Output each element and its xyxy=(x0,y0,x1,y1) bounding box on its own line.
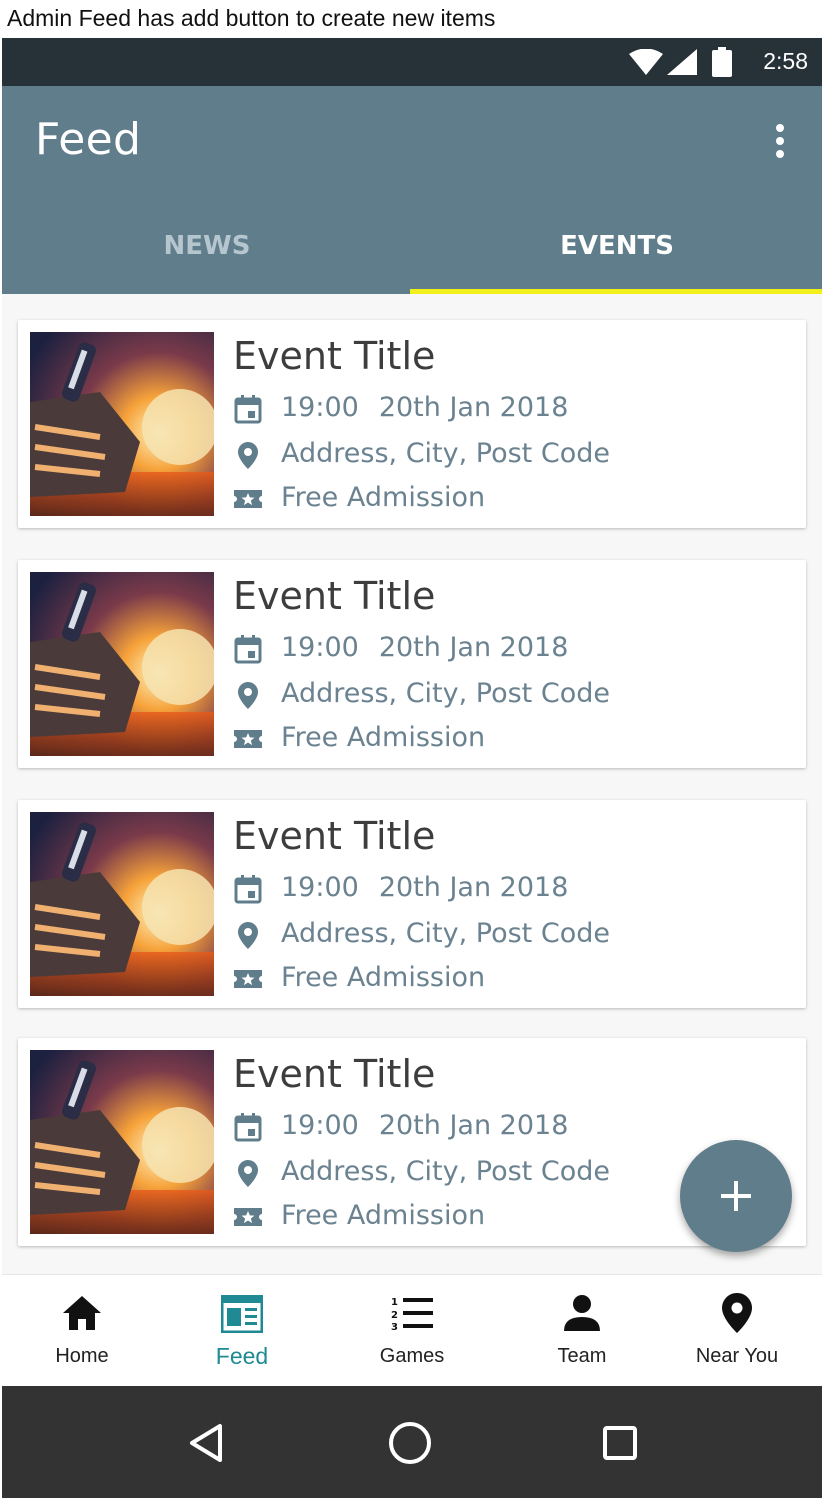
event-card[interactable]: Event Title 19:00 20th Jan 2018 Address, Ci… xyxy=(18,560,806,768)
app-bar: Feed NEWS EVENTS xyxy=(2,86,822,294)
calendar-icon xyxy=(233,634,263,664)
event-admission-text: Free Admission xyxy=(281,722,486,753)
ticket-icon xyxy=(233,964,263,994)
nav-games-label: Games xyxy=(379,1345,445,1367)
event-date: 20th Jan 2018 xyxy=(378,392,569,423)
circle-home-icon xyxy=(389,1422,431,1464)
event-image xyxy=(30,572,214,756)
feed-icon xyxy=(221,1295,263,1333)
event-image xyxy=(30,812,214,996)
tab-events[interactable]: EVENTS xyxy=(412,198,822,294)
svg-text:2: 2 xyxy=(391,1310,398,1321)
event-card[interactable]: Event Title 19:00 20th Jan 2018 Address, Ci… xyxy=(18,800,806,1008)
home-icon xyxy=(63,1296,101,1330)
location-icon xyxy=(233,440,263,470)
phone-screen: 2:58 Feed NEWS EVENTS Event Title 19:00 20… xyxy=(2,38,822,1498)
event-card[interactable]: Event Title 19:00 20th Jan 2018 Address, Ci… xyxy=(18,320,806,528)
event-date: 20th Jan 2018 xyxy=(378,1110,569,1141)
event-time: 19:00 xyxy=(281,872,359,903)
nav-feed-label: Feed xyxy=(215,1343,269,1369)
location-pin-icon xyxy=(722,1293,752,1333)
square-recents-icon xyxy=(603,1426,637,1460)
nav-home-label: Home xyxy=(55,1345,109,1367)
location-icon xyxy=(233,920,263,950)
nav-home[interactable]: Home xyxy=(32,1275,132,1387)
event-image xyxy=(30,332,214,516)
ticket-icon xyxy=(233,724,263,754)
event-title: Event Title xyxy=(233,574,436,618)
recents-button[interactable] xyxy=(595,1418,645,1468)
ticket-icon xyxy=(233,484,263,514)
nav-team[interactable]: Team xyxy=(532,1275,632,1387)
event-time: 19:00 xyxy=(281,1110,359,1141)
system-navigation-bar xyxy=(2,1386,822,1498)
event-title: Event Title xyxy=(233,814,436,858)
ticket-icon xyxy=(233,1202,263,1232)
nav-games[interactable]: 1 2 3 Games xyxy=(362,1275,462,1387)
event-time: 19:00 xyxy=(281,392,359,423)
calendar-icon xyxy=(233,874,263,904)
battery-icon xyxy=(712,47,732,77)
calendar-icon xyxy=(233,394,263,424)
calendar-icon xyxy=(233,1112,263,1142)
list-numbered-icon: 1 2 3 xyxy=(391,1297,433,1331)
event-admission-text: Free Admission xyxy=(281,482,486,513)
event-title: Event Title xyxy=(233,1052,436,1096)
back-icon xyxy=(190,1424,222,1462)
status-bar: 2:58 xyxy=(2,38,822,86)
event-address: Address, City, Post Code xyxy=(281,678,610,709)
tab-news[interactable]: NEWS xyxy=(2,198,412,294)
caption: Admin Feed has add button to create new … xyxy=(7,5,496,31)
nav-team-label: Team xyxy=(557,1345,607,1367)
event-admission-text: Free Admission xyxy=(281,1200,486,1231)
event-admission-text: Free Admission xyxy=(281,962,486,993)
signal-icon xyxy=(667,49,697,75)
event-title: Event Title xyxy=(233,334,436,378)
home-button[interactable] xyxy=(385,1418,435,1468)
nav-feed[interactable]: Feed xyxy=(192,1275,292,1387)
event-date: 20th Jan 2018 xyxy=(378,632,569,663)
svg-text:1: 1 xyxy=(391,1297,398,1308)
event-address: Address, City, Post Code xyxy=(281,1156,610,1187)
nav-near-you-label: Near You xyxy=(695,1345,779,1367)
person-icon xyxy=(564,1295,600,1331)
event-address: Address, City, Post Code xyxy=(281,918,610,949)
event-date: 20th Jan 2018 xyxy=(378,872,569,903)
event-image xyxy=(30,1050,214,1234)
add-icon xyxy=(721,1181,751,1211)
location-icon xyxy=(233,1158,263,1188)
event-time: 19:00 xyxy=(281,632,359,663)
add-button[interactable] xyxy=(680,1140,792,1252)
status-time: 2:58 xyxy=(763,48,808,74)
more-vert-icon[interactable] xyxy=(774,124,786,160)
location-icon xyxy=(233,680,263,710)
event-address: Address, City, Post Code xyxy=(281,438,610,469)
tab-bar: NEWS EVENTS xyxy=(2,198,822,294)
nav-near-you[interactable]: Near You xyxy=(682,1275,792,1387)
bottom-navigation: Home Feed 1 2 3 Games Team Near You xyxy=(2,1274,822,1386)
wifi-icon xyxy=(629,49,663,75)
back-button[interactable] xyxy=(182,1418,232,1468)
events-list: Event Title 19:00 20th Jan 2018 Address, Ci… xyxy=(2,294,822,1274)
page-title: Feed xyxy=(35,114,142,165)
svg-text:3: 3 xyxy=(391,1322,398,1331)
